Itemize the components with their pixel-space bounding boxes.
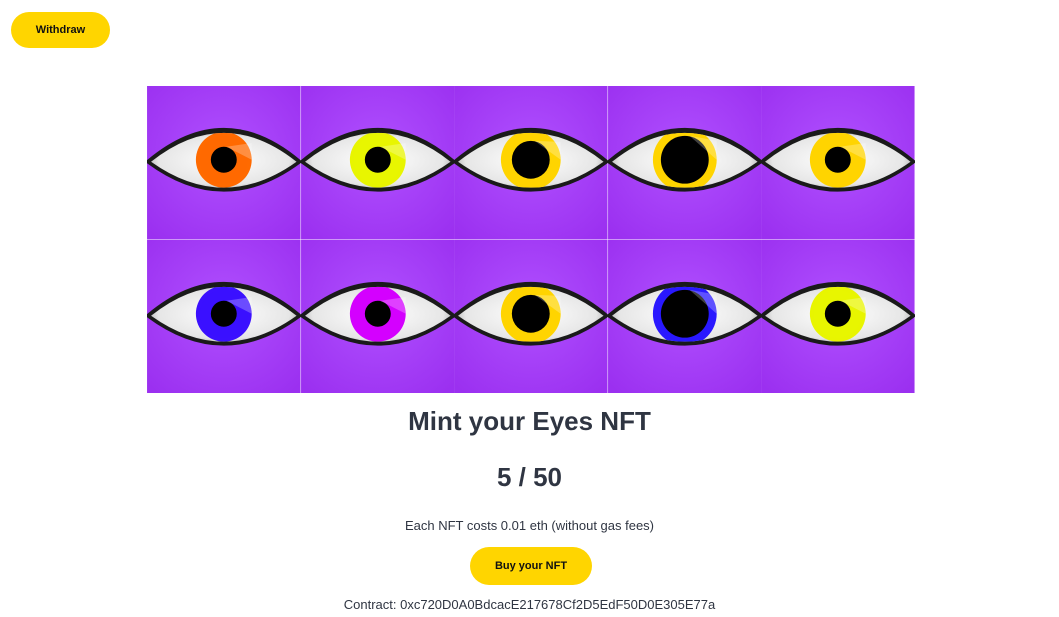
nft-image — [454, 86, 608, 240]
nft-image — [454, 239, 608, 393]
eye-icon — [147, 86, 301, 240]
contract-address: Contract: 0xc720D0A0BdcacE217678Cf2D5EdF… — [343, 597, 716, 612]
nft-image — [607, 239, 762, 393]
nft-image — [607, 86, 762, 240]
nft-image — [300, 239, 455, 393]
eye-icon — [607, 86, 762, 240]
nft-image — [761, 239, 915, 393]
eye-icon — [454, 239, 608, 393]
nft-image — [300, 86, 455, 240]
nft-image — [147, 86, 301, 240]
eye-icon — [454, 86, 608, 240]
eye-icon — [761, 239, 915, 393]
eye-icon — [300, 86, 455, 240]
nft-gallery — [147, 86, 915, 393]
nft-image — [147, 239, 301, 393]
withdraw-button[interactable]: Withdraw — [11, 12, 110, 48]
eye-icon — [300, 239, 455, 393]
page: Withdraw Mint your Eyes NFT 5 / 50 Each … — [0, 0, 1059, 617]
eye-icon — [761, 86, 915, 240]
eye-icon — [607, 239, 762, 393]
nft-image — [761, 86, 915, 240]
page-title: Mint your Eyes NFT — [408, 406, 651, 436]
price-text: Each NFT costs 0.01 eth (without gas fee… — [404, 518, 655, 533]
mint-counter: 5 / 50 — [496, 462, 563, 492]
buy-nft-button[interactable]: Buy your NFT — [470, 547, 592, 585]
eye-icon — [147, 239, 301, 393]
